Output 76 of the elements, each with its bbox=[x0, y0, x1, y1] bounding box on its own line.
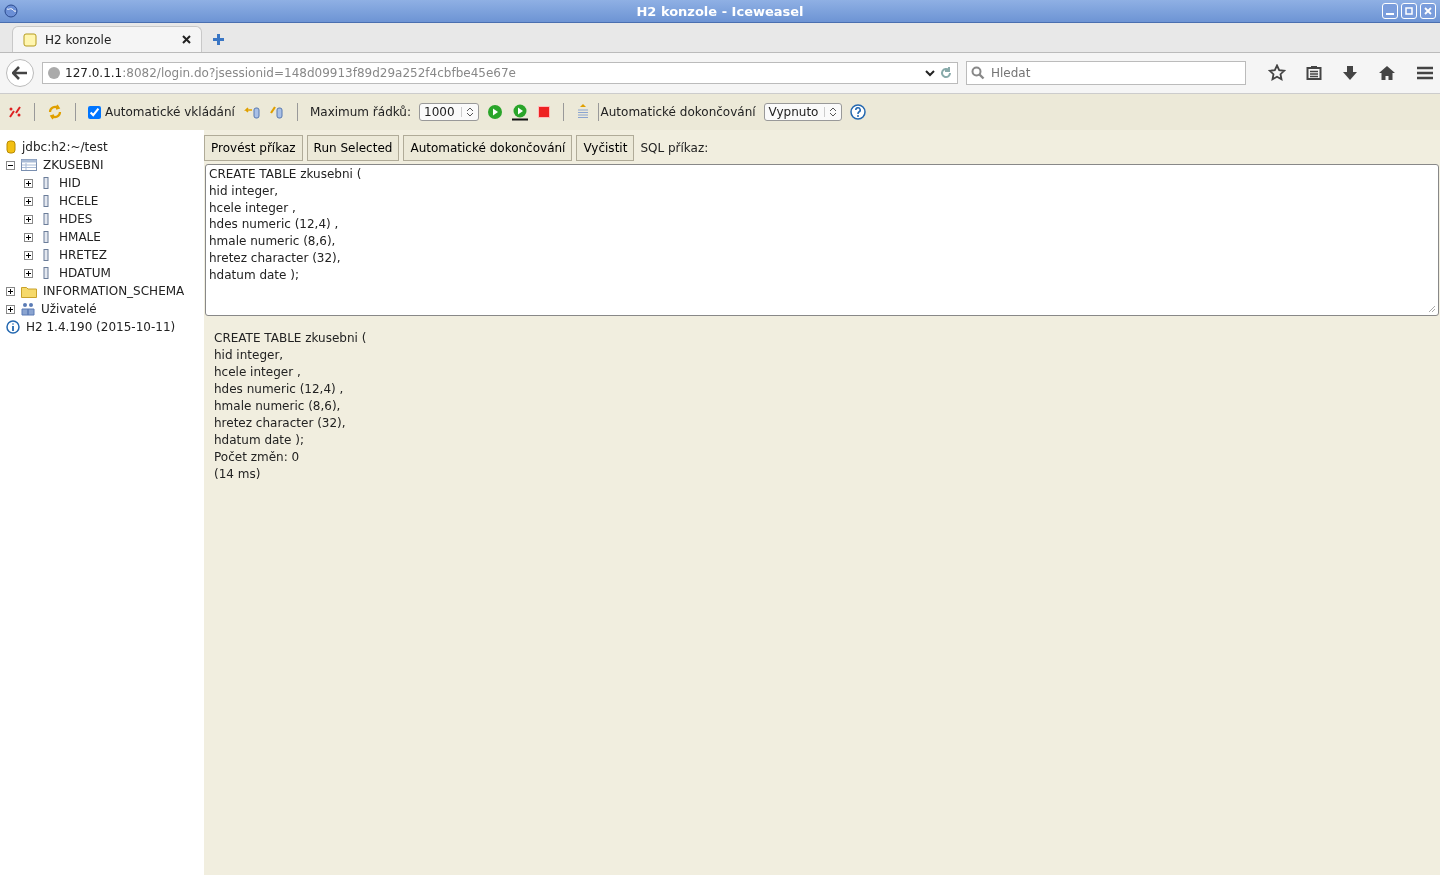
action-button[interactable]: Automatické dokončování bbox=[403, 135, 573, 161]
address-bar[interactable]: 127.0.1.1:8082/login.do?jsessionid=148d09913f89d29a252f4cbfbe45e67e bbox=[42, 62, 958, 84]
search-field[interactable]: Hledat bbox=[966, 61, 1246, 85]
page-icon bbox=[23, 32, 37, 47]
close-button[interactable] bbox=[1420, 3, 1436, 19]
run-selected-icon[interactable] bbox=[510, 103, 529, 121]
spinner-arrows-icon bbox=[824, 107, 838, 117]
users-icon bbox=[21, 302, 35, 316]
run-icon[interactable] bbox=[486, 104, 503, 120]
back-arrow-icon bbox=[12, 66, 28, 80]
column-icon bbox=[43, 249, 49, 261]
caret-icon[interactable] bbox=[925, 69, 935, 77]
tree-item[interactable]: HID bbox=[59, 176, 81, 190]
spinner-arrows-icon bbox=[460, 107, 474, 117]
expand-toggle[interactable] bbox=[24, 250, 33, 260]
auto-commit-label: Automatické vkládání bbox=[105, 105, 235, 119]
stop-icon[interactable] bbox=[536, 105, 551, 119]
search-icon bbox=[971, 66, 985, 80]
collapse-toggle[interactable] bbox=[6, 160, 15, 170]
expand-toggle[interactable] bbox=[24, 196, 33, 206]
max-rows-label: Maximum řádků: bbox=[309, 105, 411, 119]
column-icon bbox=[43, 195, 49, 207]
tree-item[interactable]: jdbc:h2:~/test bbox=[22, 140, 108, 154]
help-icon[interactable] bbox=[850, 104, 867, 120]
window-title: H2 konzole - Iceweasel bbox=[636, 3, 804, 19]
download-icon[interactable] bbox=[1342, 65, 1358, 81]
max-rows-select[interactable]: 1000 bbox=[419, 103, 479, 121]
back-button[interactable] bbox=[6, 59, 34, 87]
info-icon bbox=[6, 320, 20, 334]
minimize-button[interactable] bbox=[1382, 3, 1398, 19]
tree-item[interactable]: HMALE bbox=[59, 230, 101, 244]
star-icon[interactable] bbox=[1268, 64, 1286, 82]
close-icon bbox=[1423, 6, 1433, 16]
column-icon bbox=[43, 267, 49, 279]
action-button[interactable]: Run Selected bbox=[306, 135, 400, 161]
column-icon bbox=[43, 213, 49, 225]
disconnect-icon[interactable] bbox=[8, 105, 22, 119]
rollback-icon[interactable] bbox=[242, 105, 261, 119]
browser-tab[interactable]: H2 konzole bbox=[12, 26, 202, 52]
folder-icon bbox=[21, 284, 37, 298]
home-icon[interactable] bbox=[1378, 65, 1396, 81]
expand-toggle[interactable] bbox=[24, 214, 33, 224]
tree-item[interactable]: H2 1.4.190 (2015-10-11) bbox=[26, 320, 176, 334]
expand-toggle[interactable] bbox=[24, 178, 33, 188]
minimize-icon bbox=[1386, 13, 1394, 15]
expand-toggle[interactable] bbox=[6, 286, 15, 296]
tree-item[interactable]: HDATUM bbox=[59, 266, 111, 280]
maximize-icon bbox=[1404, 6, 1414, 16]
close-icon[interactable] bbox=[182, 35, 191, 44]
column-icon bbox=[43, 177, 49, 189]
maximize-button[interactable] bbox=[1401, 3, 1417, 19]
action-button[interactable]: Provést příkaz bbox=[204, 135, 303, 161]
clipboard-icon[interactable] bbox=[1306, 65, 1322, 81]
result-output: CREATE TABLE zkusebni ( hid integer, hcele integer , hdes numeric (12,4) , hmale numeric (8,6), hretez character (32), hdatum date ); Počet změn: 0 (14 ms) bbox=[213, 330, 368, 483]
menu-icon[interactable] bbox=[1416, 66, 1434, 80]
commit-icon[interactable] bbox=[268, 105, 285, 119]
action-button[interactable]: Vyčistit bbox=[576, 135, 635, 161]
autocomplete-label: Automatické dokončování bbox=[600, 105, 756, 119]
sql-editor[interactable]: CREATE TABLE zkusebni ( hid integer, hcele integer , hdes numeric (12,4) , hmale numeric (8,6), hretez character (32), hdatum date ); bbox=[205, 164, 1439, 316]
tree-item[interactable]: ZKUSEBNI bbox=[43, 158, 104, 172]
column-icon bbox=[43, 231, 49, 243]
autocomplete-select[interactable]: Vypnuto bbox=[763, 103, 843, 121]
expand-toggle[interactable] bbox=[6, 304, 15, 314]
resize-grip-icon[interactable] bbox=[1428, 305, 1436, 313]
tree-item[interactable]: Uživatelé bbox=[41, 302, 97, 316]
tree-item[interactable]: HRETEZ bbox=[59, 248, 108, 262]
table-icon bbox=[21, 159, 37, 171]
sql-label: SQL příkaz: bbox=[640, 141, 709, 155]
expand-toggle[interactable] bbox=[24, 268, 33, 278]
expand-toggle[interactable] bbox=[24, 232, 33, 242]
database-icon bbox=[6, 140, 16, 154]
tree-item[interactable]: HDES bbox=[59, 212, 93, 226]
tree-item[interactable]: HCELE bbox=[59, 194, 99, 208]
tree-item[interactable]: INFORMATION_SCHEMA bbox=[43, 284, 185, 298]
auto-commit-checkbox[interactable] bbox=[88, 105, 101, 119]
new-tab-button[interactable] bbox=[212, 33, 225, 46]
